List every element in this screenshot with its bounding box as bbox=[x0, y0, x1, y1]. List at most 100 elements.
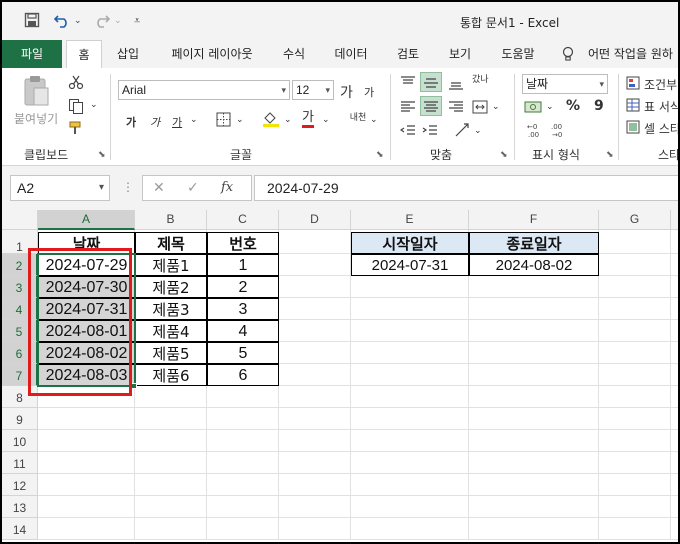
row-header-5[interactable]: 5 bbox=[2, 320, 38, 342]
grid-cell[interactable] bbox=[599, 342, 671, 364]
cut-icon[interactable] bbox=[68, 74, 84, 93]
grid-cell[interactable] bbox=[351, 276, 469, 298]
grid-cell[interactable] bbox=[38, 474, 135, 496]
orientation-dropdown-icon[interactable]: ⌄ bbox=[474, 126, 482, 136]
undo-icon[interactable] bbox=[53, 12, 72, 32]
wrap-text-button[interactable]: 갔나 bbox=[472, 72, 492, 85]
font-color-button[interactable]: 가 bbox=[302, 111, 314, 128]
date-cell-a2[interactable]: 2024-07-29 bbox=[38, 254, 135, 276]
row-header-1[interactable]: 1 bbox=[2, 230, 38, 254]
grid-cell[interactable] bbox=[671, 386, 678, 408]
grid-cell[interactable] bbox=[135, 518, 207, 540]
grid-cell[interactable] bbox=[279, 276, 351, 298]
underline-dropdown-icon[interactable]: ⌄ bbox=[190, 115, 198, 125]
title-cell-b2[interactable]: 제품1 bbox=[135, 254, 207, 276]
name-box[interactable]: A2 ▾ bbox=[10, 175, 110, 201]
clipboard-launcher-icon[interactable]: ⬊ bbox=[98, 150, 106, 160]
column-header-h[interactable] bbox=[671, 210, 678, 230]
comma-style-button[interactable]: 9 bbox=[594, 98, 604, 114]
grid-cell[interactable] bbox=[38, 408, 135, 430]
grid-cell[interactable] bbox=[469, 320, 599, 342]
grow-font-button[interactable]: 가 bbox=[340, 82, 353, 102]
row-header-2[interactable]: 2 bbox=[2, 254, 38, 276]
number-launcher-icon[interactable]: ⬊ bbox=[606, 150, 614, 160]
merge-dropdown-icon[interactable]: ⌄ bbox=[492, 102, 500, 112]
grid-cell[interactable] bbox=[671, 496, 678, 518]
header-cell-end-date[interactable]: 종료일자 bbox=[469, 232, 599, 254]
grid-cell[interactable] bbox=[135, 496, 207, 518]
grid-cell[interactable] bbox=[207, 474, 279, 496]
grid-cell[interactable] bbox=[469, 474, 599, 496]
grid-cell[interactable] bbox=[351, 320, 469, 342]
redo-icon[interactable] bbox=[92, 12, 111, 32]
grid-cell[interactable] bbox=[207, 518, 279, 540]
copy-dropdown-icon[interactable]: ⌄ bbox=[90, 100, 98, 110]
grid-cell[interactable] bbox=[469, 518, 599, 540]
grid-cell[interactable] bbox=[599, 518, 671, 540]
phonetic-button[interactable]: 내천 bbox=[348, 110, 368, 123]
grid-cell[interactable] bbox=[469, 364, 599, 386]
grid-cell[interactable] bbox=[351, 518, 469, 540]
grid-cell[interactable] bbox=[599, 364, 671, 386]
grid-cell[interactable] bbox=[279, 408, 351, 430]
tab-data[interactable]: 데이터 bbox=[328, 40, 374, 68]
more-options-icon[interactable]: ⋮ bbox=[122, 180, 134, 194]
bold-button[interactable]: 가 bbox=[126, 114, 136, 130]
percent-style-button[interactable]: % bbox=[566, 98, 580, 114]
column-header-g[interactable]: G bbox=[599, 210, 671, 230]
tab-file[interactable]: 파일 bbox=[2, 40, 62, 68]
header-cell-date[interactable]: 날짜 bbox=[38, 232, 135, 254]
alignment-launcher-icon[interactable]: ⬊ bbox=[500, 150, 508, 160]
orientation-icon[interactable] bbox=[454, 122, 470, 141]
conditional-formatting-icon[interactable] bbox=[626, 76, 640, 93]
borders-icon[interactable] bbox=[216, 112, 231, 130]
grid-cell[interactable] bbox=[671, 254, 678, 276]
row-header-4[interactable]: 4 bbox=[2, 298, 38, 320]
tab-review[interactable]: 검토 bbox=[388, 40, 428, 68]
grid-cell[interactable] bbox=[351, 408, 469, 430]
title-cell-b3[interactable]: 제품2 bbox=[135, 276, 207, 298]
column-header-b[interactable]: B bbox=[135, 210, 207, 230]
tab-view[interactable]: 보기 bbox=[442, 40, 478, 68]
number-cell-c7[interactable]: 6 bbox=[207, 364, 279, 386]
row-header-12[interactable]: 12 bbox=[2, 474, 38, 496]
decrease-decimal-icon[interactable]: .00 →0 bbox=[550, 122, 568, 141]
grid-cell[interactable] bbox=[38, 518, 135, 540]
font-name-select[interactable]: Arial ▾ bbox=[118, 80, 290, 100]
enter-icon[interactable]: ✓ bbox=[187, 180, 199, 196]
decrease-indent-icon[interactable] bbox=[399, 124, 416, 141]
cell-styles-button[interactable]: 셀 스타 bbox=[644, 120, 678, 137]
increase-decimal-icon[interactable]: ←0.00 bbox=[526, 122, 544, 141]
title-cell-b6[interactable]: 제품5 bbox=[135, 342, 207, 364]
grid-cell[interactable] bbox=[599, 254, 671, 276]
tab-home[interactable]: 홈 bbox=[66, 40, 102, 68]
redo-dropdown-icon[interactable]: ⌄ bbox=[114, 16, 122, 26]
align-top-icon[interactable] bbox=[400, 76, 416, 93]
select-all-corner[interactable] bbox=[2, 210, 38, 230]
row-header-6[interactable]: 6 bbox=[2, 342, 38, 364]
font-color-dropdown-icon[interactable]: ⌄ bbox=[322, 115, 330, 125]
grid-cell[interactable] bbox=[469, 276, 599, 298]
accounting-format-icon[interactable] bbox=[524, 100, 542, 117]
tab-page-layout[interactable]: 페이지 레이아웃 bbox=[160, 40, 264, 68]
grid-cell[interactable] bbox=[279, 320, 351, 342]
grid-cell[interactable] bbox=[135, 430, 207, 452]
align-middle-icon[interactable] bbox=[420, 72, 442, 92]
grid-cell[interactable] bbox=[351, 452, 469, 474]
grid-cell[interactable] bbox=[38, 452, 135, 474]
shrink-font-button[interactable]: 가 bbox=[364, 84, 374, 100]
grid-cell[interactable] bbox=[351, 496, 469, 518]
phonetic-dropdown-icon[interactable]: ⌄ bbox=[370, 115, 378, 125]
grid-cell[interactable] bbox=[351, 364, 469, 386]
grid-cell[interactable] bbox=[599, 496, 671, 518]
number-format-select[interactable]: 날짜 ▾ bbox=[522, 74, 608, 94]
row-header-3[interactable]: 3 bbox=[2, 276, 38, 298]
grid-cell[interactable] bbox=[279, 474, 351, 496]
grid-cell[interactable] bbox=[469, 408, 599, 430]
grid-cell[interactable] bbox=[279, 254, 351, 276]
grid-cell[interactable] bbox=[599, 474, 671, 496]
format-as-table-icon[interactable] bbox=[626, 98, 640, 115]
grid-cell[interactable] bbox=[599, 276, 671, 298]
undo-dropdown-icon[interactable]: ⌄ bbox=[74, 16, 82, 26]
grid-cell[interactable] bbox=[671, 364, 678, 386]
